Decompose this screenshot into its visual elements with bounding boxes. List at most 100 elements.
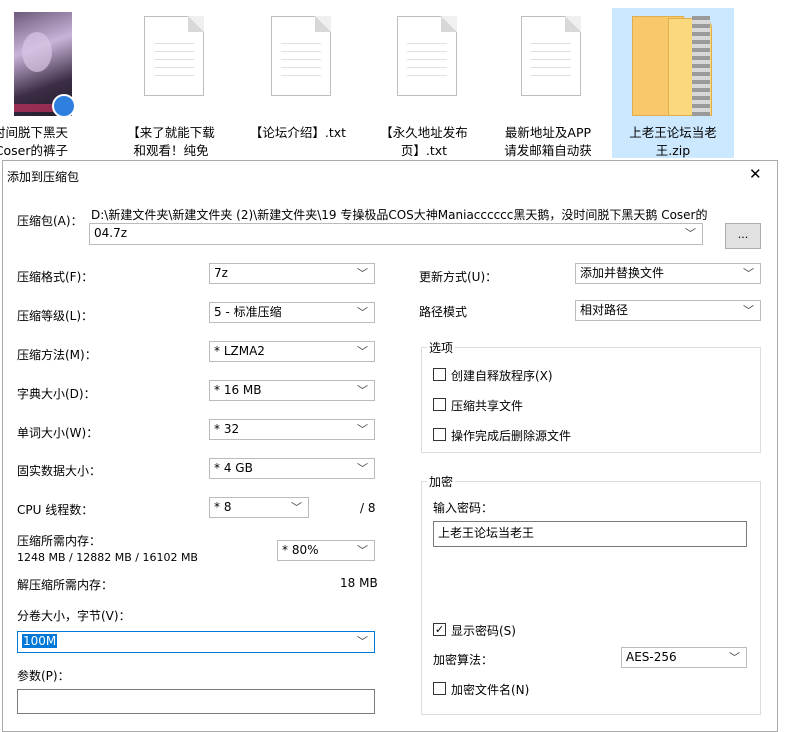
chevron-down-icon: ﹀ (357, 306, 368, 319)
file-name-line1: 没时间脱下黑天 (0, 125, 68, 140)
chevron-down-icon: ﹀ (357, 635, 368, 648)
text-file-icon (397, 16, 457, 96)
edge-icon (52, 94, 76, 118)
show-password-label: 显示密码(S) (451, 624, 516, 638)
path-mode-combo[interactable]: 相对路径 ﹀ (575, 300, 761, 321)
delete-label: 操作完成后删除源文件 (451, 429, 572, 443)
chevron-down-icon: ﹀ (357, 544, 368, 557)
browse-button[interactable]: ... (725, 223, 761, 249)
path-mode-label: 路径模式 (419, 305, 468, 319)
chevron-down-icon: ﹀ (357, 423, 368, 436)
file-item[interactable]: 【来了就能下载 和观看！纯免 (116, 8, 226, 158)
encryption-method-value: AES-256 (626, 650, 677, 664)
level-value: 5 - 标准压缩 (214, 305, 282, 319)
file-name-line2: 页】.txt (400, 143, 448, 158)
encryption-method-label: 加密算法： (433, 653, 494, 667)
method-combo[interactable]: * LZMA2 ﹀ (209, 341, 375, 362)
chevron-down-icon: ﹀ (357, 345, 368, 358)
file-name-line1: 最新地址及APP (504, 125, 592, 140)
solid-label: 固实数据大小： (17, 464, 102, 478)
archive-name-value: 04.7z (94, 226, 128, 240)
shared-checkbox[interactable] (433, 398, 446, 411)
mem-decompress-value: 18 MB (340, 576, 378, 590)
method-label: 压缩方法(M)： (17, 348, 97, 362)
threads-label: CPU 线程数： (17, 503, 94, 517)
encrypt-names-checkbox[interactable] (433, 682, 446, 695)
chevron-down-icon: ﹀ (357, 384, 368, 397)
params-label: 参数(P)： (17, 669, 70, 683)
chevron-down-icon: ﹀ (357, 462, 368, 475)
delete-checkbox[interactable] (433, 428, 446, 441)
dict-value: * 16 MB (214, 383, 262, 397)
update-combo[interactable]: 添加并替换文件 ﹀ (575, 263, 761, 284)
chevron-down-icon: ﹀ (291, 501, 302, 514)
archive-name-combo[interactable]: 04.7z ﹀ (89, 223, 703, 245)
encryption-title: 加密 (427, 473, 456, 490)
password-label: 输入密码： (433, 501, 494, 515)
file-name-line2: 鹅 Coser的裤子 (0, 143, 68, 158)
format-value: 7z (214, 266, 228, 280)
add-to-archive-dialog: 添加到压缩包 ✕ 压缩包(A)： D:\新建文件夹\新建文件夹 (2)\新建文件… (2, 160, 778, 732)
file-item[interactable]: 最新地址及APP 请发邮箱自动获 (493, 8, 603, 158)
file-name-line2: 和观看！纯免 (133, 143, 209, 158)
file-item-selected[interactable]: 上老王论坛当老 王.zip (612, 8, 734, 158)
chevron-down-icon: ﹀ (685, 227, 696, 240)
method-value: * LZMA2 (214, 344, 265, 358)
word-label: 单词大小(W)： (17, 426, 99, 440)
sfx-checkbox[interactable] (433, 368, 446, 381)
dict-combo[interactable]: * 16 MB ﹀ (209, 380, 375, 401)
mem-percent-combo[interactable]: * 80% ﹀ (277, 540, 375, 561)
mem-decompress-label: 解压缩所需内存： (17, 578, 114, 592)
encryption-method-combo[interactable]: AES-256 ﹀ (621, 647, 747, 668)
format-label: 压缩格式(F)： (17, 270, 94, 284)
word-value: * 32 (214, 422, 240, 436)
dialog-titlebar: 添加到压缩包 ✕ (3, 161, 777, 189)
file-item[interactable]: 【永久地址发布 页】.txt (369, 8, 479, 158)
sfx-label: 创建自释放程序(X) (451, 369, 553, 383)
chevron-down-icon: ﹀ (743, 267, 754, 280)
file-name-line2: 王.zip (655, 143, 691, 158)
text-file-icon (271, 16, 331, 96)
shared-label: 压缩共享文件 (451, 399, 524, 413)
file-name-line1: 上老王论坛当老 (629, 125, 717, 140)
params-input[interactable] (17, 689, 375, 714)
mem-compress-detail: 1248 MB / 12882 MB / 16102 MB (17, 551, 198, 564)
show-password-checkbox[interactable]: ✓ (433, 623, 446, 636)
file-item[interactable]: 没时间脱下黑天 鹅 Coser的裤子 (0, 8, 76, 158)
threads-combo[interactable]: * 8 ﹀ (209, 497, 309, 518)
file-name-line1: 【来了就能下载 (127, 125, 215, 140)
volume-combo[interactable]: 100M ﹀ (17, 631, 375, 653)
chevron-down-icon: ﹀ (743, 304, 754, 317)
text-file-icon (144, 16, 204, 96)
dialog-title: 添加到压缩包 (7, 170, 80, 184)
mem-percent-value: * 80% (282, 543, 319, 557)
path-mode-value: 相对路径 (580, 303, 629, 317)
solid-combo[interactable]: * 4 GB ﹀ (209, 458, 375, 479)
file-name-line2: 请发邮箱自动获 (504, 143, 592, 158)
level-label: 压缩等级(L)： (17, 309, 94, 323)
chevron-down-icon: ﹀ (357, 267, 368, 280)
encryption-group (421, 481, 761, 715)
threads-value: * 8 (214, 500, 232, 514)
archive-label: 压缩包(A)： (17, 214, 83, 228)
encrypt-names-label: 加密文件名(N) (451, 683, 530, 697)
volume-label: 分卷大小，字节(V)： (17, 609, 131, 623)
archive-path: D:\新建文件夹\新建文件夹 (2)\新建文件夹\19 专操极品COS大神Man… (91, 208, 708, 222)
level-combo[interactable]: 5 - 标准压缩 ﹀ (209, 302, 375, 323)
password-input[interactable]: 上老王论坛当老王 (433, 521, 747, 547)
word-combo[interactable]: * 32 ﹀ (209, 419, 375, 440)
volume-value: 100M (22, 634, 58, 648)
file-name-line1: 【永久地址发布 (380, 125, 468, 140)
chevron-down-icon: ﹀ (729, 651, 740, 664)
threads-max: / 8 (360, 501, 376, 515)
zip-folder-icon (632, 16, 712, 118)
solid-value: * 4 GB (214, 461, 253, 475)
file-item[interactable]: 【论坛介绍】.txt (243, 8, 353, 158)
text-file-icon (521, 16, 581, 96)
options-title: 选项 (427, 339, 456, 356)
mem-compress-label: 压缩所需内存： (17, 534, 102, 548)
dict-label: 字典大小(D)： (17, 387, 96, 401)
format-combo[interactable]: 7z ﹀ (209, 263, 375, 284)
close-icon[interactable]: ✕ (749, 165, 762, 183)
update-label: 更新方式(U)： (419, 270, 498, 284)
